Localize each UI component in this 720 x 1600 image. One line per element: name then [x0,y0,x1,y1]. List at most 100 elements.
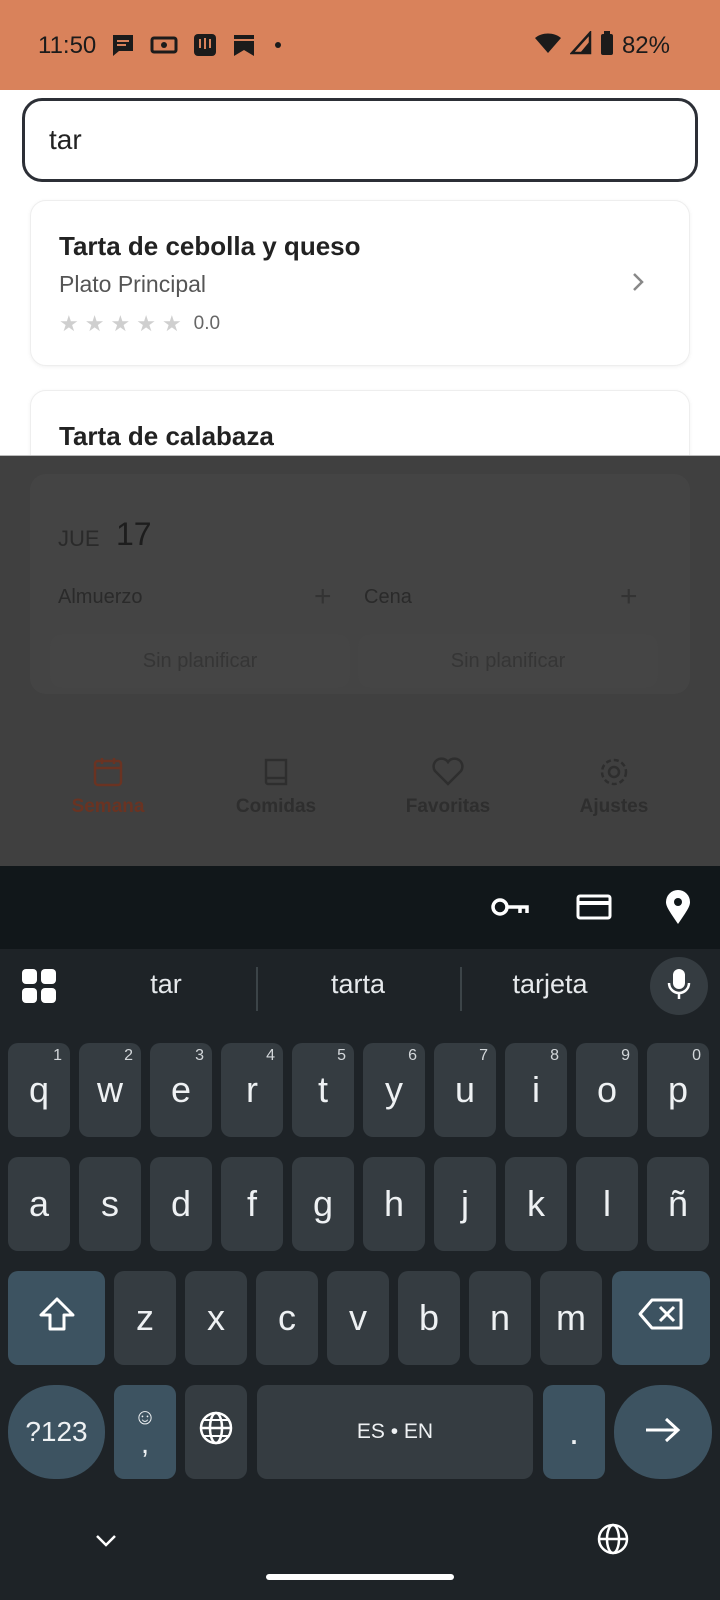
key-label: n [489,1297,511,1338]
key-o[interactable]: o9 [576,1043,638,1137]
search-input[interactable] [49,123,649,157]
key-h[interactable]: h [363,1157,425,1251]
intercom-icon [192,32,218,58]
meal-label-dinner: Cena [364,586,412,608]
gesture-bar[interactable] [266,1574,454,1580]
microphone-button[interactable] [650,957,708,1015]
key-label: m [556,1297,586,1338]
key-number: 8 [550,1047,559,1064]
result-card[interactable]: Tarta de calabaza [30,390,690,455]
key-m[interactable]: m [540,1271,602,1365]
apps-grid-icon[interactable] [22,969,56,1008]
hide-keyboard-button[interactable] [92,1532,120,1555]
key-q[interactable]: q1 [8,1043,70,1137]
backspace-key[interactable] [612,1271,710,1365]
suggestion-row: tar tarta tarjeta [0,949,720,1029]
key-number: 7 [479,1047,488,1064]
key-j[interactable]: j [434,1157,496,1251]
suggestion[interactable]: tarjeta [470,969,630,1000]
period-key[interactable]: . [543,1385,605,1479]
suggestion[interactable]: tarta [278,969,438,1000]
globe-icon [198,1410,234,1455]
dot-icon [270,32,286,58]
key-u[interactable]: u7 [434,1043,496,1137]
switch-language-button[interactable] [596,1522,630,1561]
language-key[interactable] [185,1385,247,1479]
location-icon[interactable] [664,890,692,931]
key-i[interactable]: i8 [505,1043,567,1137]
search-panel: Tarta de cebolla y queso Plato Principal… [0,90,720,456]
shift-key[interactable] [8,1271,105,1365]
star-icon: ★ [136,311,156,336]
result-card[interactable]: Tarta de cebolla y queso Plato Principal… [30,200,690,366]
suggestion-divider [460,967,462,1011]
search-box[interactable] [22,98,698,182]
key-c[interactable]: c [256,1271,318,1365]
chevron-right-icon [631,271,645,298]
bookmark-icon [232,32,256,58]
key-number: 0 [692,1047,701,1064]
key-label: t [317,1069,328,1110]
dinner-slot: Sin planificar [358,634,658,688]
key-label: w [97,1069,123,1110]
keyboard: tar tarta tarjeta q1 w2 e3 r4 t5 y6 u7 i… [0,866,720,1600]
add-dinner-icon: + [620,580,638,613]
emoji-icon: ☺ [133,1404,157,1429]
nav-label: Comidas [235,796,317,817]
key-label: p [667,1069,689,1110]
key-l[interactable]: l [576,1157,638,1251]
symbols-key[interactable]: ?123 [8,1385,105,1479]
key-label: u [454,1069,476,1110]
key-d[interactable]: d [150,1157,212,1251]
result-title: Tarta de cebolla y queso [59,231,361,261]
key-label: q [28,1069,50,1110]
key-a[interactable]: a [8,1157,70,1251]
signal-icon [569,29,592,60]
nav-label: Favoritas [405,796,491,817]
arrow-right-icon [644,1411,682,1453]
card-icon[interactable] [576,890,612,929]
key-w[interactable]: w2 [79,1043,141,1137]
key-p[interactable]: p0 [647,1043,709,1137]
key-y[interactable]: y6 [363,1043,425,1137]
emoji-comma-key[interactable]: ☺ , [114,1385,176,1479]
key-number: 6 [408,1047,417,1064]
key-g[interactable]: g [292,1157,354,1251]
message-icon [110,32,136,58]
nav-label: Ajustes [579,796,649,817]
nav-item-comidas: Comidas [216,756,336,818]
heart-icon [388,756,508,788]
globe-icon [596,1523,630,1560]
key-s[interactable]: s [79,1157,141,1251]
enter-key[interactable] [614,1385,712,1479]
key-label: x [207,1297,225,1338]
wifi-icon [534,31,562,60]
key-label: j [461,1183,469,1224]
nav-label: Semana [71,796,145,817]
key-k[interactable]: k [505,1157,567,1251]
key-label: , [140,1427,150,1460]
space-key[interactable]: ES • EN [257,1385,533,1479]
key-label: h [383,1183,405,1224]
key-e[interactable]: e3 [150,1043,212,1137]
microphone-icon [667,967,691,1006]
key-number: 1 [53,1047,62,1064]
status-time: 11:50 [38,32,97,59]
key-f[interactable]: f [221,1157,283,1251]
suggestion-divider [256,967,258,1011]
suggestion[interactable]: tar [86,969,246,1000]
key-z[interactable]: z [114,1271,176,1365]
key-label: r [246,1069,258,1110]
week-view-dimmed: JUE 17 Almuerzo + Cena + Sin planificar … [0,456,720,866]
key-b[interactable]: b [398,1271,460,1365]
key-x[interactable]: x [185,1271,247,1365]
key-label: i [532,1069,540,1110]
key-v[interactable]: v [327,1271,389,1365]
key-r[interactable]: r4 [221,1043,283,1137]
key-enye[interactable]: ñ [647,1157,709,1251]
key-t[interactable]: t5 [292,1043,354,1137]
keyboard-toolbar [0,866,720,949]
key-icon[interactable] [490,890,530,929]
key-label: ?123 [25,1416,88,1447]
key-n[interactable]: n [469,1271,531,1365]
